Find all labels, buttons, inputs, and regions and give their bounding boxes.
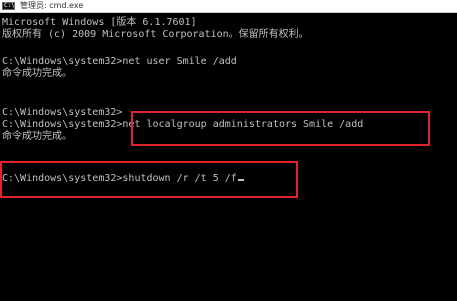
console-output[interactable]: Microsoft Windows [版本 6.1.7601] 版权所有 (c)…	[0, 13, 457, 301]
console-line-version: Microsoft Windows [版本 6.1.7601]	[2, 17, 197, 28]
cmd-app-icon[interactable]: C:\	[2, 2, 15, 10]
window-title: 管理员: cmd.exe	[20, 1, 84, 10]
console-line-success-2: 命令成功完成。	[2, 131, 72, 142]
console-line-success-1: 命令成功完成。	[2, 68, 72, 79]
window-titlebar[interactable]: C:\ 管理员: cmd.exe	[0, 0, 457, 13]
highlight-box-localgroup	[131, 111, 430, 146]
console-line-net-user: C:\Windows\system32>net user Smile /add	[2, 56, 237, 67]
console-line-prompt: C:\Windows\system32>	[2, 107, 123, 118]
cmd-app-icon-label: C:\	[4, 2, 15, 9]
console-line-copyright: 版权所有 (c) 2009 Microsoft Corporation。保留所有…	[2, 29, 309, 40]
highlight-box-shutdown	[0, 161, 298, 198]
